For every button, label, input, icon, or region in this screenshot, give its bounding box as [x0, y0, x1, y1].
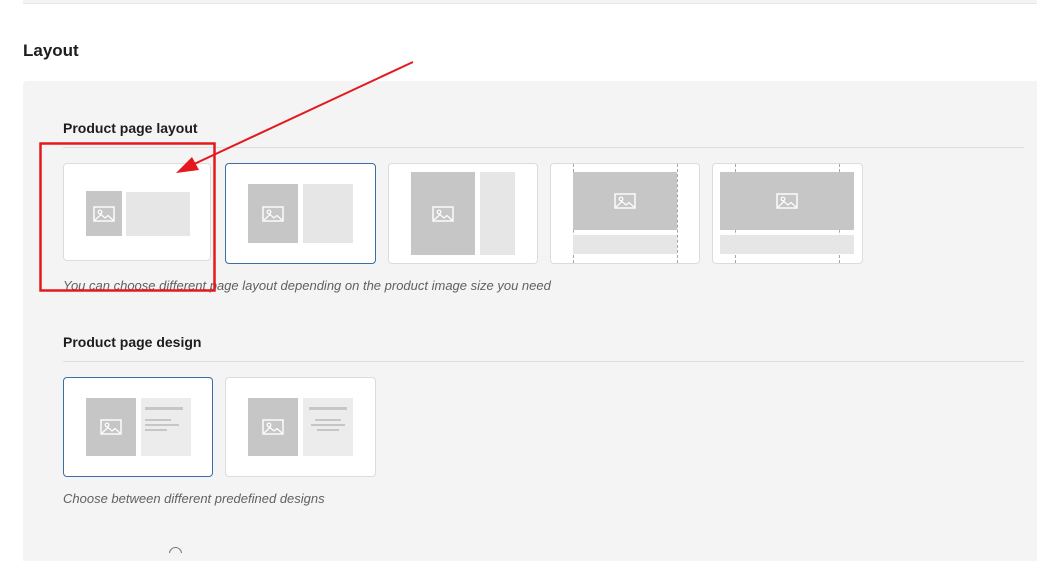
layout-option-small-image[interactable]: [63, 163, 211, 261]
design-help-text: Choose between different predefined desi…: [63, 491, 325, 506]
text-line: [145, 424, 179, 426]
design-option-left-aligned[interactable]: [63, 377, 213, 477]
product-page-layout-title: Product page layout: [63, 120, 198, 136]
text-line: [145, 429, 167, 431]
layout-option-medium-image[interactable]: [225, 163, 376, 264]
layout-option-full-width[interactable]: [712, 163, 863, 264]
image-icon: [614, 193, 636, 209]
image-placeholder: [86, 398, 136, 456]
image-icon: [776, 193, 798, 209]
image-icon: [262, 205, 284, 222]
next-setting-row: [63, 541, 203, 553]
layout-option-large-image[interactable]: [388, 163, 538, 264]
text-line: [311, 424, 345, 426]
divider: [63, 147, 1024, 148]
text-line: [317, 429, 339, 431]
image-placeholder: [86, 191, 122, 236]
container-guide-right: [677, 164, 678, 263]
design-option-centered[interactable]: [225, 377, 376, 477]
image-placeholder: [248, 184, 298, 243]
details-placeholder: [480, 172, 515, 255]
previous-section-edge: [23, 0, 1037, 4]
image-placeholder: [573, 172, 677, 230]
image-icon: [93, 205, 115, 222]
divider: [63, 361, 1024, 362]
layout-option-full-width-contained[interactable]: [550, 163, 700, 264]
help-icon[interactable]: [169, 547, 182, 553]
text-line: [145, 419, 171, 421]
image-icon: [262, 419, 284, 435]
image-icon: [100, 419, 122, 435]
section-title: Layout: [23, 41, 79, 60]
title-line: [145, 407, 183, 410]
image-placeholder: [248, 398, 298, 456]
details-placeholder: [141, 398, 191, 456]
image-placeholder: [720, 172, 854, 230]
image-placeholder: [411, 172, 475, 255]
details-placeholder: [303, 398, 353, 456]
title-line: [309, 407, 347, 410]
image-icon: [432, 205, 454, 222]
details-placeholder: [573, 235, 677, 254]
layout-panel: [23, 81, 1037, 561]
details-placeholder: [720, 235, 854, 254]
product-page-design-title: Product page design: [63, 334, 202, 350]
layout-help-text: You can choose different page layout dep…: [63, 278, 551, 293]
details-placeholder: [303, 184, 353, 243]
text-line: [315, 419, 341, 421]
details-placeholder: [126, 192, 190, 236]
